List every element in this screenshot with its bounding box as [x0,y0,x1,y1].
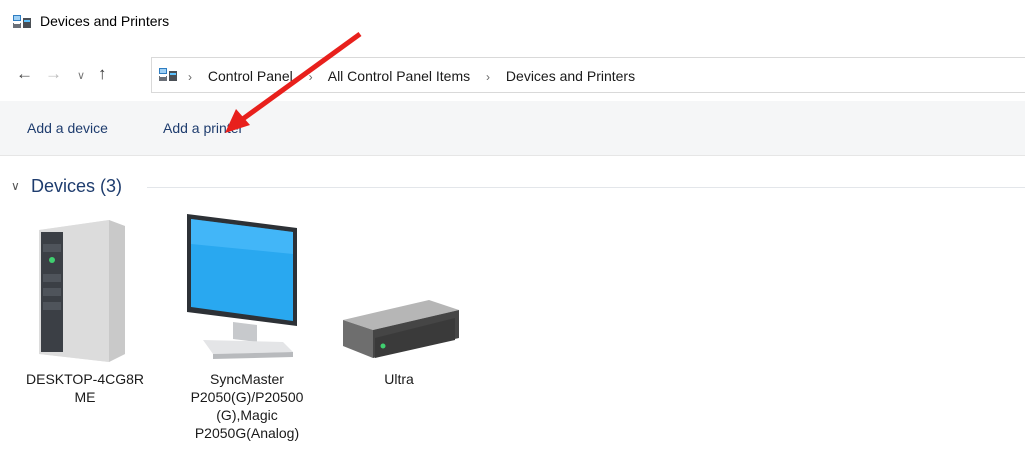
device-ultra[interactable]: Ultra [329,214,469,464]
address-bar[interactable]: › Control Panel › All Control Panel Item… [151,57,1025,93]
group-label: Devices (3) [31,176,123,196]
breadcrumb-devices-printers[interactable]: Devices and Printers [506,68,635,84]
divider [147,187,1025,188]
devices-printers-icon [159,68,177,81]
chevron-down-icon[interactable]: ∨ [11,179,20,193]
breadcrumb: › Control Panel › All Control Panel Item… [182,68,635,84]
device-label: Ultra [384,371,414,387]
command-bar: Add a device Add a printer [0,101,1025,156]
title-bar: Devices and Printers [0,0,1025,44]
add-device-button[interactable]: Add a device [27,120,108,136]
device-label: DESKTOP-4CG8R ME [26,371,144,405]
device-desktop[interactable]: DESKTOP-4CG8R ME [15,214,155,464]
navigation-bar: ← → ∨ ↑ › Control Panel › All Control Pa… [0,56,1025,94]
breadcrumb-separator: › [308,70,313,84]
forward-button[interactable]: → [45,65,62,83]
breadcrumb-separator: › [188,70,192,84]
window-title: Devices and Printers [40,13,170,29]
computer-tower-icon [39,220,125,362]
breadcrumb-separator: › [486,70,491,84]
breadcrumb-control-panel[interactable]: Control Panel [208,68,293,84]
external-drive-icon [343,300,459,358]
breadcrumb-all-items[interactable]: All Control Panel Items [328,68,470,84]
recent-locations-button[interactable]: ∨ [77,67,85,85]
monitor-icon [187,214,297,359]
back-button[interactable]: ← [16,65,33,83]
devices-printers-icon [13,15,31,28]
device-label: SyncMaster P2050(G)/P20500 (G),Magic P20… [190,371,304,441]
up-button[interactable]: ↑ [98,65,107,83]
devices-group-header[interactable]: ∨ Devices (3) [0,170,1025,204]
device-monitor[interactable]: SyncMaster P2050(G)/P20500 (G),Magic P20… [177,214,317,464]
add-printer-button[interactable]: Add a printer [163,120,243,136]
